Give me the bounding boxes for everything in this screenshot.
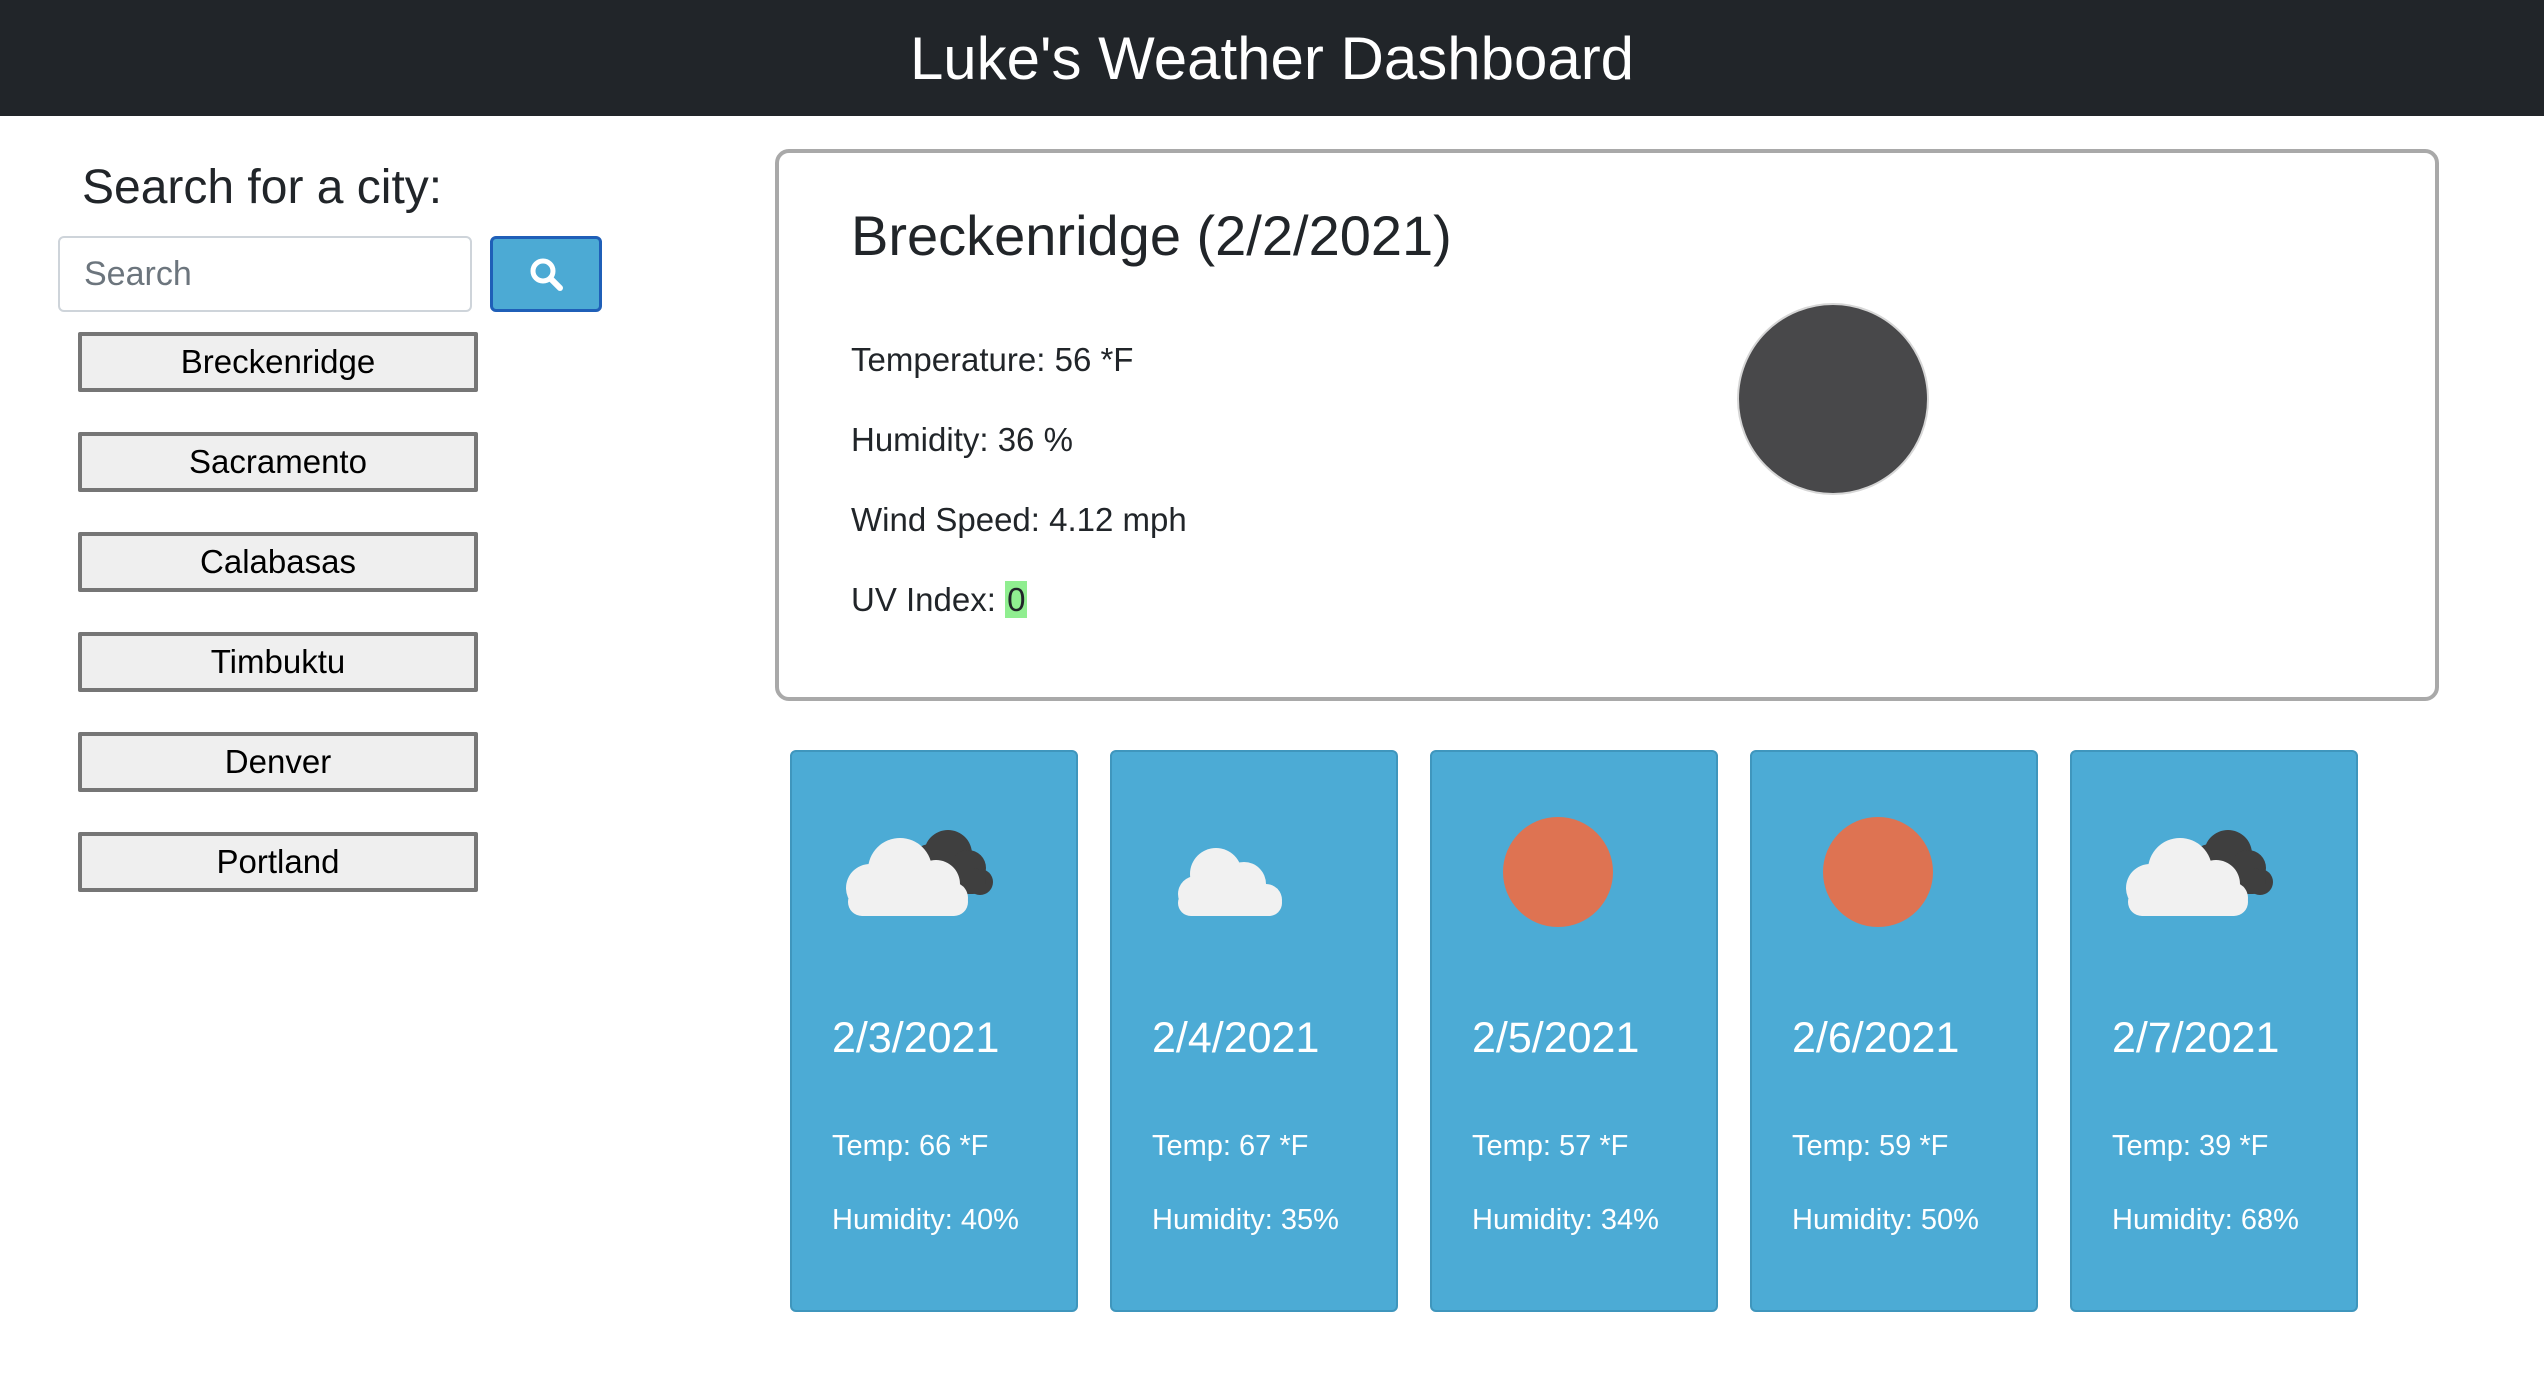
city-history-list: Breckenridge Sacramento Calabasas Timbuk… [78,332,478,932]
uv-index-value: 0 [1005,581,1028,618]
forecast-card: 2/5/2021 Temp: 57 *F Humidity: 34% [1430,750,1718,1312]
forecast-temp: Temp: 57 *F [1472,1130,1629,1162]
forecast-temp: Temp: 66 *F [832,1130,989,1162]
forecast-temp: Temp: 39 *F [2112,1130,2269,1162]
forecast-date: 2/5/2021 [1472,1014,1640,1062]
forecast-card: 2/4/2021 Temp: 67 *F Humidity: 35% [1110,750,1398,1312]
uv-index-label: UV Index: [851,581,996,618]
clear-sky-icon [1823,817,1933,927]
forecast-date: 2/7/2021 [2112,1014,2280,1062]
forecast-card: 2/7/2021 Temp: 39 *F Humidity: 68% [2070,750,2358,1312]
forecast-card: 2/6/2021 Temp: 59 *F Humidity: 50% [1750,750,2038,1312]
forecast-humidity: Humidity: 50% [1792,1204,1979,1236]
city-button-calabasas[interactable]: Calabasas [78,532,478,592]
forecast-temp: Temp: 67 *F [1152,1130,1309,1162]
city-button-sacramento[interactable]: Sacramento [78,432,478,492]
top-header: Luke's Weather Dashboard [0,0,2544,116]
city-button-timbuktu[interactable]: Timbuktu [78,632,478,692]
forecast-card: 2/3/2021 Temp: 66 *F Humidity: 40% [790,750,1078,1312]
current-temperature: Temperature: 56 *F [851,341,1134,378]
city-button-portland[interactable]: Portland [78,832,478,892]
forecast-temp: Temp: 59 *F [1792,1130,1949,1162]
broken-clouds-icon [846,830,993,916]
page-title: Luke's Weather Dashboard [909,24,1635,92]
search-button[interactable] [490,236,602,312]
forecast-humidity: Humidity: 40% [832,1204,1019,1236]
city-button-denver[interactable]: Denver [78,732,478,792]
current-uv-index: UV Index: 0 [851,581,1028,619]
forecast-date: 2/4/2021 [1152,1014,1320,1062]
night-clear-icon [1737,303,1929,495]
city-button-breckenridge[interactable]: Breckenridge [78,332,478,392]
forecast-date: 2/3/2021 [832,1014,1000,1062]
few-clouds-icon [1178,848,1282,916]
current-city-title: Breckenridge (2/2/2021) [851,204,1452,267]
search-icon [530,258,563,291]
forecast-humidity: Humidity: 34% [1472,1204,1659,1236]
forecast-humidity: Humidity: 35% [1152,1204,1339,1236]
broken-clouds-icon [2126,830,2273,916]
clear-sky-icon [1503,817,1613,927]
forecast-humidity: Humidity: 68% [2112,1204,2299,1236]
forecast-date: 2/6/2021 [1792,1014,1960,1062]
current-humidity: Humidity: 36 % [851,421,1073,458]
current-wind-speed: Wind Speed: 4.12 mph [851,501,1187,538]
search-input[interactable] [58,236,472,312]
search-heading: Search for a city: [82,161,443,214]
current-weather-card: Breckenridge (2/2/2021) Temperature: 56 … [775,149,2439,701]
